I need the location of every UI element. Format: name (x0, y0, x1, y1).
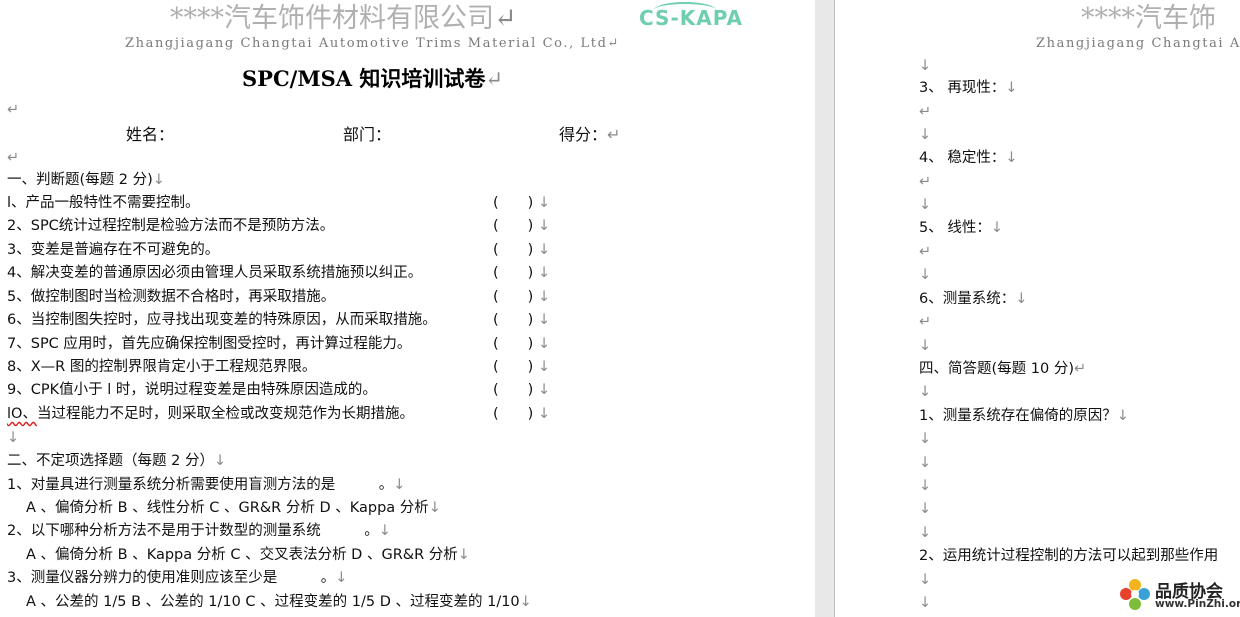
flower-logo-icon (1120, 579, 1150, 610)
term-item: 3、 再现性：↓ (919, 80, 1018, 96)
short-answer-question: 2、运用统计过程控制的方法可以起到那些作用 (919, 548, 1219, 564)
answer-blank[interactable]: ( ) ↓ (493, 287, 550, 307)
paragraph-mark: ↵ (919, 104, 932, 120)
paragraph-mark: ↓ (919, 572, 932, 588)
answer-blank[interactable]: ( ) ↓ (493, 310, 550, 330)
watermark-url: www.PinZhi.org (1155, 598, 1240, 610)
company-name-en: Zhangjiagang Changtai Automotive Trims M… (125, 36, 621, 51)
name-label: 姓名： (126, 125, 175, 144)
document-page-right[interactable]: ****汽车饰 Zhangjiagang Changtai A ↓ 3、 再现性… (835, 0, 1240, 617)
paragraph-mark: ↓ (919, 267, 932, 283)
choice-options: A 、公差的 1/5 B 、公差的 1/10 C 、过程变差的 1/5 D 、过… (26, 594, 532, 610)
document-page-left[interactable]: ****汽车饰件材料有限公司↵ CS-KAPA Zhangjiagang Cha… (0, 0, 815, 617)
paragraph-mark: ↓ (919, 127, 932, 143)
paragraph-mark: ↵ (7, 150, 20, 166)
true-false-item: 5、做控制图时当检测数据不合格时，再采取措施。 (7, 289, 336, 305)
company-name-en: Zhangjiagang Changtai A (1036, 36, 1240, 51)
paragraph-mark: ↵ (919, 174, 932, 190)
answer-blank[interactable]: ( ) ↓ (493, 240, 550, 260)
page-gutter (815, 0, 835, 617)
paragraph-mark: ↵ (919, 314, 932, 330)
paragraph-mark: ↓ (919, 431, 932, 447)
paragraph-mark: ↵ (494, 3, 517, 34)
paragraph-mark: ↓ (919, 58, 932, 74)
score-label: 得分：↵ (559, 125, 621, 144)
company-name-cn: ****汽车饰 (1081, 3, 1216, 34)
paragraph-mark: ↓ (919, 197, 932, 213)
true-false-item: l、产品一般特性不需要控制。 (7, 195, 200, 211)
true-false-item: 7、SPC 应用时，首先应确保控制图受控时，再计算过程能力。 (7, 336, 412, 352)
true-false-item: 2、SPC统计过程控制是检验方法而不是预防方法。 (7, 218, 335, 234)
answer-blank[interactable]: ( ) ↓ (493, 216, 550, 236)
answer-blank[interactable]: ( ) ↓ (493, 193, 550, 213)
answer-blank[interactable]: ( ) ↓ (493, 263, 550, 283)
paragraph-mark: ↵ (919, 244, 932, 260)
paragraph-mark: ↵ (7, 102, 20, 118)
company-logo: CS-KAPA (639, 6, 744, 30)
choice-question: 1、对量具进行测量系统分析需要使用盲测方法的是 。↓ (7, 477, 406, 493)
term-item: 4、 稳定性：↓ (919, 150, 1018, 166)
true-false-item: 3、变差是普遍存在不可避免的。 (7, 242, 220, 258)
answer-blank[interactable]: ( ) ↓ (493, 404, 550, 424)
paragraph-mark: ↓ (919, 501, 932, 517)
true-false-item: 8、X—R 图的控制界限肯定小于工程规范界限。 (7, 359, 317, 375)
term-item: 6、测量系统：↓ (919, 291, 1028, 307)
dept-label: 部门： (343, 125, 392, 144)
paragraph-mark: ↓ (919, 338, 932, 354)
choice-options: A 、偏倚分析 B 、Kappa 分析 C 、交叉表法分析 D 、GR&R 分析… (26, 547, 470, 563)
term-item: 5、 线性：↓ (919, 220, 1003, 236)
paragraph-mark: ↓ (919, 525, 932, 541)
true-false-item: 9、CPK值小于 l 时，说明过程变差是由特殊原因造成的。 (7, 382, 377, 398)
paragraph-mark: ↓ (919, 384, 932, 400)
document-title: SPC/MSA 知识培训试卷↵ (242, 66, 503, 91)
choice-options: A 、偏倚分析 B 、线性分析 C 、GR&R 分析 D 、Kappa 分析↓ (26, 500, 441, 516)
answer-blank[interactable]: ( ) ↓ (493, 380, 550, 400)
short-answer-question: 1、测量系统存在偏倚的原因？↓ (919, 408, 1129, 424)
paragraph-mark: ↓ (919, 455, 932, 471)
watermark: 品质协会 www.PinZhi.org (1117, 575, 1240, 615)
true-false-item: lO、当过程能力不足时，则采取全检或改变规范作为长期措施。 (7, 406, 414, 422)
choice-question: 3、测量仪器分辨力的使用准则应该至少是 。↓ (7, 570, 348, 586)
section1-heading: 一、判断题(每题 2 分)↓ (7, 172, 165, 188)
section2-heading: 二、不定项选择题（每题 2 分）↓ (7, 453, 227, 469)
company-name-cn: ****汽车饰件材料有限公司↵ (170, 3, 517, 34)
answer-blank[interactable]: ( ) ↓ (493, 334, 550, 354)
choice-question: 2、以下哪种分析方法不是用于计数型的测量系统 。↓ (7, 523, 391, 539)
answer-blank[interactable]: ( ) ↓ (493, 357, 550, 377)
paragraph-mark: ↓ (919, 595, 932, 611)
paragraph-mark: ↓ (919, 478, 932, 494)
paragraph-mark: ↓ (7, 430, 20, 446)
section4-heading: 四、简答题(每题 10 分)↵ (919, 361, 1087, 377)
true-false-item: 6、当控制图失控时，应寻找出现变差的特殊原因，从而采取措施。 (7, 312, 437, 328)
true-false-item: 4、解决变差的普通原因必须由管理人员采取系统措施预以纠正。 (7, 265, 423, 281)
